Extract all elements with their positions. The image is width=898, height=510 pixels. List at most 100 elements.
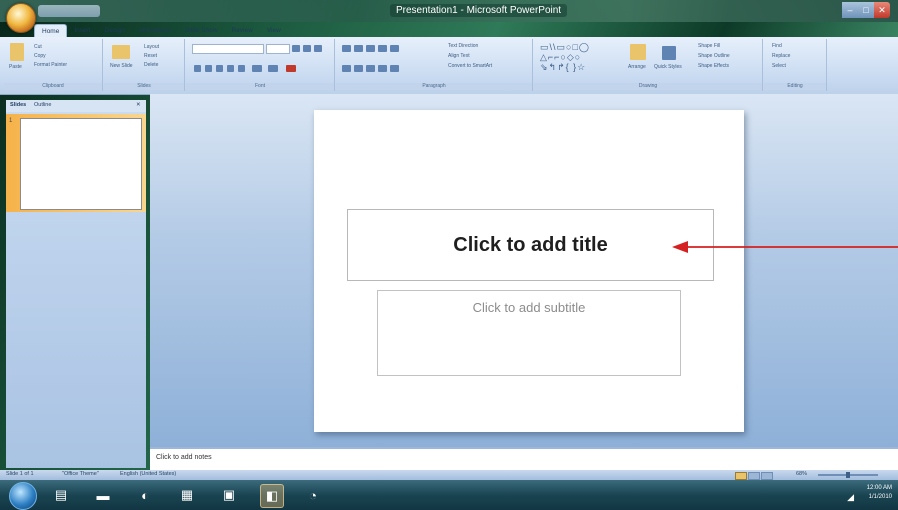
tab-review[interactable]: Review (225, 24, 260, 38)
tab-animations[interactable]: Animations (132, 24, 178, 38)
align-left-icon[interactable] (342, 65, 351, 72)
shape-effects-button[interactable]: Shape Effects (698, 63, 729, 69)
ribbon: Paste Cut Copy Format Painter Clipboard … (0, 37, 898, 95)
shadow-icon[interactable] (238, 65, 245, 72)
arrow-head (672, 241, 688, 253)
align-text-button[interactable]: Align Text (448, 53, 470, 59)
paste-button[interactable]: Paste (9, 64, 22, 70)
app-icon[interactable]: ▣ (218, 484, 240, 506)
strikethrough-icon[interactable] (227, 65, 234, 72)
font-group-label: Font (186, 83, 334, 90)
replace-button[interactable]: Replace (772, 53, 790, 59)
change-case-icon[interactable] (268, 65, 278, 72)
select-button[interactable]: Select (772, 63, 786, 69)
zoom-level[interactable]: 68% (796, 471, 807, 477)
new-slide-icon[interactable] (112, 45, 130, 59)
drawing-group-label: Drawing (534, 83, 762, 90)
underline-icon[interactable] (216, 65, 223, 72)
tab-view[interactable]: View (260, 24, 288, 38)
maximize-button[interactable]: □ (858, 2, 874, 18)
reset-button[interactable]: Reset (144, 53, 157, 59)
powerpoint-icon[interactable]: ◧ (260, 484, 284, 508)
clock[interactable]: 12:00 AM 1/1/2010 (867, 484, 892, 502)
font-color-icon[interactable] (286, 65, 296, 72)
tab-outline[interactable]: Outline (34, 102, 51, 108)
subtitle-placeholder[interactable]: Click to add subtitle (377, 290, 681, 376)
paragraph-group-label: Paragraph (336, 83, 532, 90)
zoom-slider-thumb[interactable] (846, 472, 850, 478)
slide-sorter-icon[interactable] (748, 472, 760, 480)
start-button[interactable] (9, 482, 37, 510)
slide-count: Slide 1 of 1 (6, 471, 34, 477)
align-center-icon[interactable] (354, 65, 363, 72)
character-spacing-icon[interactable] (252, 65, 262, 72)
quick-access-toolbar[interactable] (38, 5, 100, 17)
font-name-field[interactable] (192, 44, 264, 54)
explorer-icon[interactable]: ▤ (50, 484, 72, 506)
tab-design[interactable]: Design (98, 24, 132, 38)
grow-font-icon[interactable] (292, 45, 300, 52)
minimize-button[interactable]: – (842, 2, 858, 18)
delete-button[interactable]: Delete (144, 62, 158, 68)
quick-styles-icon[interactable] (662, 46, 676, 60)
language[interactable]: English (United States) (120, 471, 176, 477)
slides-group-label: Slides (104, 83, 184, 90)
folder-icon[interactable]: ▬ (92, 484, 114, 506)
cut-button[interactable]: Cut (34, 44, 42, 50)
close-button[interactable]: ✕ (874, 2, 890, 18)
justify-icon[interactable] (378, 65, 387, 72)
office-button[interactable] (6, 3, 36, 33)
paragraph-group: Text Direction Align Text Convert to Sma… (336, 39, 533, 91)
clock-time: 12:00 AM (866, 485, 892, 491)
close-pane-icon[interactable]: ✕ (136, 102, 141, 108)
clear-formatting-icon[interactable] (314, 45, 322, 52)
new-slide-button[interactable]: New Slide (110, 63, 133, 69)
slides-group: New Slide Layout Reset Delete Slides (104, 39, 185, 91)
arrange-icon[interactable] (630, 44, 646, 60)
copy-button[interactable]: Copy (34, 53, 46, 59)
bold-icon[interactable] (194, 65, 201, 72)
volume-icon[interactable]: ◢ (847, 492, 854, 503)
word-icon[interactable]: ▦ (176, 484, 198, 506)
decrease-indent-icon[interactable] (366, 45, 375, 52)
tab-slide-show[interactable]: Slide Show (178, 24, 225, 38)
media-icon[interactable]: ◐ (134, 484, 156, 506)
font-size-field[interactable] (266, 44, 290, 54)
window-controls: – □ ✕ (842, 2, 890, 18)
columns-icon[interactable] (390, 65, 399, 72)
theme-name: "Office Theme" (62, 471, 99, 477)
notes-placeholder[interactable]: Click to add notes (156, 454, 212, 461)
find-button[interactable]: Find (772, 43, 782, 49)
paste-icon[interactable] (10, 43, 24, 61)
bullets-icon[interactable] (342, 45, 351, 52)
convert-smartart-button[interactable]: Convert to SmartArt (448, 63, 492, 69)
layout-button[interactable]: Layout (144, 44, 159, 50)
notes-pane[interactable]: Click to add notes (150, 447, 898, 471)
shrink-font-icon[interactable] (303, 45, 311, 52)
line-spacing-icon[interactable] (390, 45, 399, 52)
normal-view-icon[interactable] (735, 472, 747, 480)
tab-insert[interactable]: Insert (67, 24, 97, 38)
text-direction-button[interactable]: Text Direction (448, 43, 478, 49)
numbering-icon[interactable] (354, 45, 363, 52)
drawing-group: ▭\\▭○□◯ △⌐⌐○◇○ ⇘↰↱{ }☆ Arrange Quick Style… (534, 39, 763, 91)
clipboard-group: Paste Cut Copy Format Painter Clipboard (4, 39, 103, 91)
font-group: Font (186, 39, 335, 91)
tab-slides[interactable]: Slides (10, 102, 26, 108)
shape-outline-button[interactable]: Shape Outline (698, 53, 730, 59)
title-placeholder[interactable]: Click to add title (347, 209, 714, 281)
slide-show-icon[interactable] (761, 472, 773, 480)
annotation-arrow (672, 241, 898, 253)
slide-thumbnail[interactable] (20, 118, 142, 210)
arrange-button[interactable]: Arrange (628, 64, 646, 70)
shapes-gallery[interactable]: ▭\\▭○□◯ △⌐⌐○◇○ ⇘↰↱{ }☆ (540, 42, 624, 74)
increase-indent-icon[interactable] (378, 45, 387, 52)
clock-date: 1/1/2010 (868, 494, 892, 500)
italic-icon[interactable] (205, 65, 212, 72)
shape-fill-button[interactable]: Shape Fill (698, 43, 720, 49)
browser-icon[interactable]: ◔ (302, 484, 324, 506)
format-painter-button[interactable]: Format Painter (34, 62, 67, 68)
align-right-icon[interactable] (366, 65, 375, 72)
quick-styles-button[interactable]: Quick Styles (654, 64, 682, 70)
thumbnail-number: 1 (9, 118, 13, 124)
